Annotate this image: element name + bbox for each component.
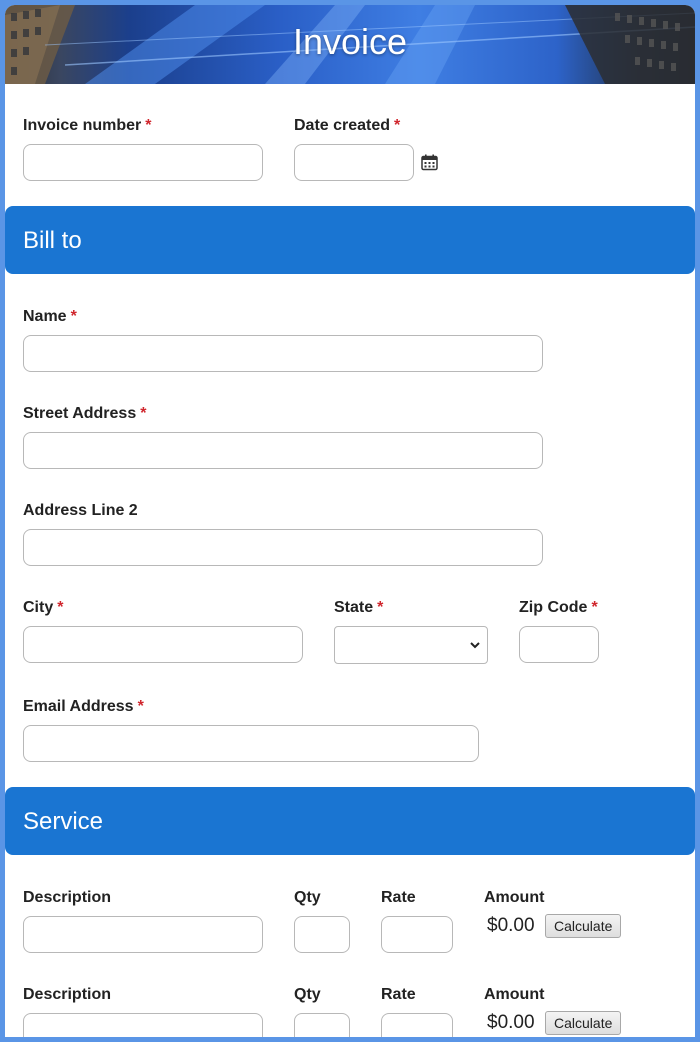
description-label: Description	[23, 986, 112, 1003]
zip-code-label: Zip Code *	[519, 599, 598, 617]
required-marker: *	[140, 405, 147, 422]
name-label-text: Name	[23, 308, 67, 325]
amount-label: Amount	[484, 889, 545, 906]
state-label-text: State	[334, 599, 374, 616]
service-heading: Service	[23, 808, 104, 835]
bill-to-heading: Bill to	[23, 227, 82, 254]
street-address-label-text: Street Address	[23, 405, 137, 422]
amount-value: $0.00	[487, 1012, 535, 1033]
required-marker: *	[70, 308, 77, 325]
address-line2-label-text: Address Line 2	[23, 502, 138, 519]
form-frame: Invoice Invoice number * Date created * Bi…	[5, 5, 695, 1037]
state-select[interactable]	[334, 626, 488, 664]
bill-to-section-header: Bill to	[5, 206, 695, 274]
amount-value: $0.00	[487, 915, 535, 936]
rate-input[interactable]	[381, 1013, 453, 1037]
service-section-header: Service	[5, 787, 695, 855]
state-label: State *	[334, 599, 383, 617]
description-label: Description	[23, 889, 112, 906]
street-address-label: Street Address *	[23, 405, 146, 423]
name-label: Name *	[23, 308, 77, 326]
page-title: Invoice	[292, 21, 408, 62]
invoice-number-label-text: Invoice number	[23, 117, 142, 134]
email-label-text: Email Address	[23, 698, 134, 715]
qty-label: Qty	[294, 986, 321, 1003]
rate-label: Rate	[381, 986, 416, 1003]
address-line2-input[interactable]	[23, 529, 543, 566]
date-created-label-text: Date created	[294, 117, 391, 134]
email-input[interactable]	[23, 725, 479, 762]
qty-label: Qty	[294, 889, 321, 906]
city-label-text: City	[23, 599, 54, 616]
header-banner: Invoice	[5, 5, 695, 84]
required-marker: *	[377, 599, 384, 616]
required-marker: *	[394, 117, 401, 134]
calculate-button[interactable]: Calculate	[545, 914, 622, 938]
street-address-input[interactable]	[23, 432, 543, 469]
rate-label: Rate	[381, 889, 416, 906]
zip-code-label-text: Zip Code	[519, 599, 588, 616]
date-created-label: Date created *	[294, 117, 400, 135]
city-input[interactable]	[23, 626, 303, 663]
invoice-number-input[interactable]	[23, 144, 263, 181]
date-created-input[interactable]	[294, 144, 414, 181]
required-marker: *	[145, 117, 152, 134]
calculate-button[interactable]: Calculate	[545, 1011, 622, 1035]
required-marker: *	[591, 599, 598, 616]
description-input[interactable]	[23, 1013, 263, 1037]
qty-input[interactable]	[294, 916, 350, 953]
description-input[interactable]	[23, 916, 263, 953]
invoice-number-label: Invoice number *	[23, 117, 151, 135]
email-label: Email Address *	[23, 698, 144, 716]
city-label: City *	[23, 599, 63, 617]
required-marker: *	[57, 599, 64, 616]
zip-code-input[interactable]	[519, 626, 599, 663]
calendar-icon[interactable]	[421, 154, 438, 171]
required-marker: *	[137, 698, 144, 715]
name-input[interactable]	[23, 335, 543, 372]
address-line2-label: Address Line 2	[23, 502, 138, 520]
rate-input[interactable]	[381, 916, 453, 953]
chevron-down-icon	[470, 642, 480, 649]
amount-label: Amount	[484, 986, 545, 1003]
qty-input[interactable]	[294, 1013, 350, 1037]
